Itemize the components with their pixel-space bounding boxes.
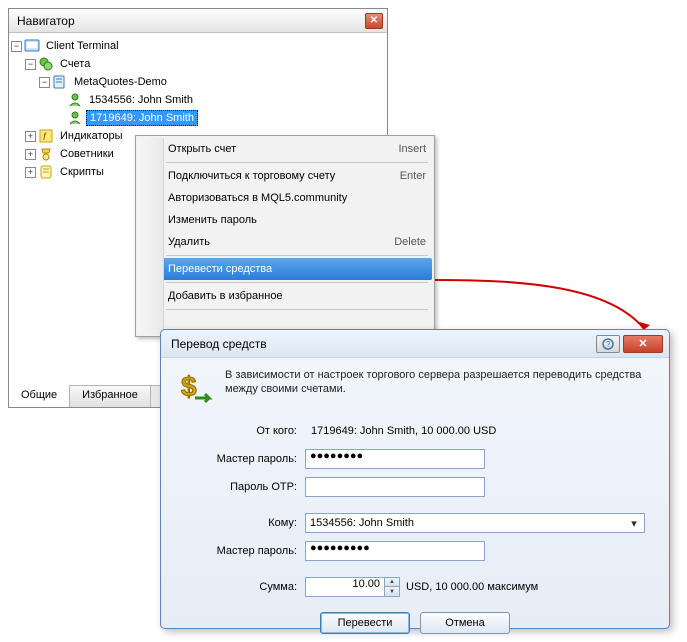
tree-server[interactable]: − MetaQuotes-Demo	[11, 73, 385, 91]
spin-down-icon[interactable]: ▼	[385, 587, 399, 596]
chevron-down-icon: ▾	[626, 515, 642, 531]
master-password-input-1[interactable]: ●●●●●●●●	[305, 449, 485, 469]
menu-shortcut: Delete	[394, 236, 426, 248]
account-icon	[67, 92, 83, 108]
svg-text:?: ?	[606, 340, 611, 349]
spin-up-icon[interactable]: ▲	[385, 578, 399, 587]
tree-account-1[interactable]: 1534556: John Smith	[11, 91, 385, 109]
navigator-title: Навигатор	[13, 14, 75, 28]
tree-account-2[interactable]: 1719649: John Smith	[11, 109, 385, 127]
menu-label: Добавить в избранное	[162, 290, 426, 302]
otp-label: Пароль OTP:	[175, 481, 305, 493]
tree-root[interactable]: − Client Terminal	[11, 37, 385, 55]
accounts-icon	[38, 56, 54, 72]
menu-authorize[interactable]: 5 Авторизоваться в MQL5.community	[138, 187, 432, 209]
menu-change-password[interactable]: Изменить пароль	[138, 209, 432, 231]
expander-plus-icon[interactable]: +	[25, 149, 36, 160]
tree-label: Счета	[57, 57, 93, 71]
expander-minus-icon[interactable]: −	[25, 59, 36, 70]
amount-suffix: USD, 10 000.00 максимум	[400, 581, 538, 593]
tree-label: Client Terminal	[43, 39, 122, 53]
account-icon	[67, 110, 83, 126]
navigator-titlebar: Навигатор ✕	[9, 9, 387, 33]
dialog-titlebar: Перевод средств ? ✕	[161, 330, 669, 358]
tree-label: 1534556: John Smith	[86, 93, 196, 107]
to-account-select[interactable]: 1534556: John Smith ▾	[305, 513, 645, 533]
dialog-close-button[interactable]: ✕	[623, 335, 663, 353]
terminal-icon	[24, 38, 40, 54]
cancel-button[interactable]: Отмена	[420, 612, 510, 634]
transfer-button[interactable]: Перевести	[320, 612, 410, 634]
tree-label: Скрипты	[57, 165, 107, 179]
menu-delete[interactable]: Удалить Delete	[138, 231, 432, 253]
open-account-icon	[142, 140, 162, 158]
row-from: От кого: 1719649: John Smith, 10 000.00 …	[175, 418, 655, 444]
dialog-title: Перевод средств	[167, 337, 593, 351]
amount-label: Сумма:	[175, 581, 305, 593]
amount-input[interactable]: 10.00	[305, 577, 385, 597]
menu-label: Удалить	[162, 236, 394, 248]
from-label: От кого:	[175, 425, 305, 437]
delete-icon	[142, 233, 162, 251]
menu-label: Авторизоваться в MQL5.community	[162, 192, 426, 204]
master-password-input-2[interactable]: ●●●●●●●●●	[305, 541, 485, 561]
tab-general[interactable]: Общие	[9, 384, 70, 407]
dialog-buttons: Перевести Отмена	[175, 612, 655, 634]
server-icon	[52, 74, 68, 90]
context-menu: Открыть счет Insert Подключиться к торго…	[135, 135, 435, 337]
dialog-help-button[interactable]: ?	[596, 335, 620, 353]
row-master-pass-1: Мастер пароль: ●●●●●●●●	[175, 446, 655, 472]
svg-text:$: $	[181, 371, 197, 402]
tab-favorites[interactable]: Избранное	[70, 386, 151, 407]
from-value: 1719649: John Smith, 10 000.00 USD	[305, 425, 655, 437]
menu-label: Изменить пароль	[162, 214, 426, 226]
indicators-icon: f	[38, 128, 54, 144]
menu-label: Подключиться к торговому счету	[162, 170, 400, 182]
expander-minus-icon[interactable]: −	[39, 77, 50, 88]
transfer-dialog: Перевод средств ? ✕ $ В зависимости от н…	[160, 329, 670, 629]
menu-transfer-funds[interactable]: Перевести средства	[138, 258, 432, 280]
select-value: 1534556: John Smith	[310, 517, 414, 529]
menu-add-favorite[interactable]: Добавить в избранное	[138, 285, 432, 307]
expander-minus-icon[interactable]: −	[11, 41, 22, 52]
expander-plus-icon[interactable]: +	[25, 167, 36, 178]
dialog-body: $ В зависимости от настроек торгового се…	[161, 358, 669, 642]
tree-label: MetaQuotes-Demo	[71, 75, 170, 89]
navigator-close-button[interactable]: ✕	[365, 13, 383, 29]
tree-label: Советники	[57, 147, 117, 161]
dialog-info-text: В зависимости от настроек торгового серв…	[225, 368, 655, 396]
menu-label: Перевести средства	[162, 263, 426, 275]
menu-shortcut: Enter	[400, 170, 426, 182]
star-icon	[142, 287, 162, 305]
master-pass-label-2: Мастер пароль:	[175, 545, 305, 557]
to-label: Кому:	[175, 517, 305, 529]
master-pass-label: Мастер пароль:	[175, 453, 305, 465]
connect-icon	[142, 167, 162, 185]
row-to: Кому: 1534556: John Smith ▾	[175, 510, 655, 536]
tree-label: Индикаторы	[57, 129, 126, 143]
menu-label: Открыть счет	[162, 143, 398, 155]
tree-label-selected: 1719649: John Smith	[86, 110, 198, 126]
expander-plus-icon[interactable]: +	[25, 131, 36, 142]
amount-spinner[interactable]: ▲ ▼	[385, 577, 400, 597]
row-master-pass-2: Мастер пароль: ●●●●●●●●●	[175, 538, 655, 564]
menu-connect[interactable]: Подключиться к торговому счету Enter	[138, 165, 432, 187]
money-transfer-icon: $	[175, 368, 215, 408]
transfer-icon	[142, 260, 162, 278]
row-amount: Сумма: 10.00 ▲ ▼ USD, 10 000.00 максимум	[175, 574, 655, 600]
scripts-icon	[38, 164, 54, 180]
svg-text:5: 5	[148, 194, 153, 204]
key-icon	[142, 211, 162, 229]
advisors-icon	[38, 146, 54, 162]
menu-shortcut: Insert	[398, 143, 426, 155]
mql5-icon: 5	[142, 189, 162, 207]
row-otp: Пароль OTP:	[175, 474, 655, 500]
menu-open-account[interactable]: Открыть счет Insert	[138, 138, 432, 160]
tree-accounts[interactable]: − Счета	[11, 55, 385, 73]
refresh-icon	[142, 314, 162, 332]
otp-input[interactable]	[305, 477, 485, 497]
